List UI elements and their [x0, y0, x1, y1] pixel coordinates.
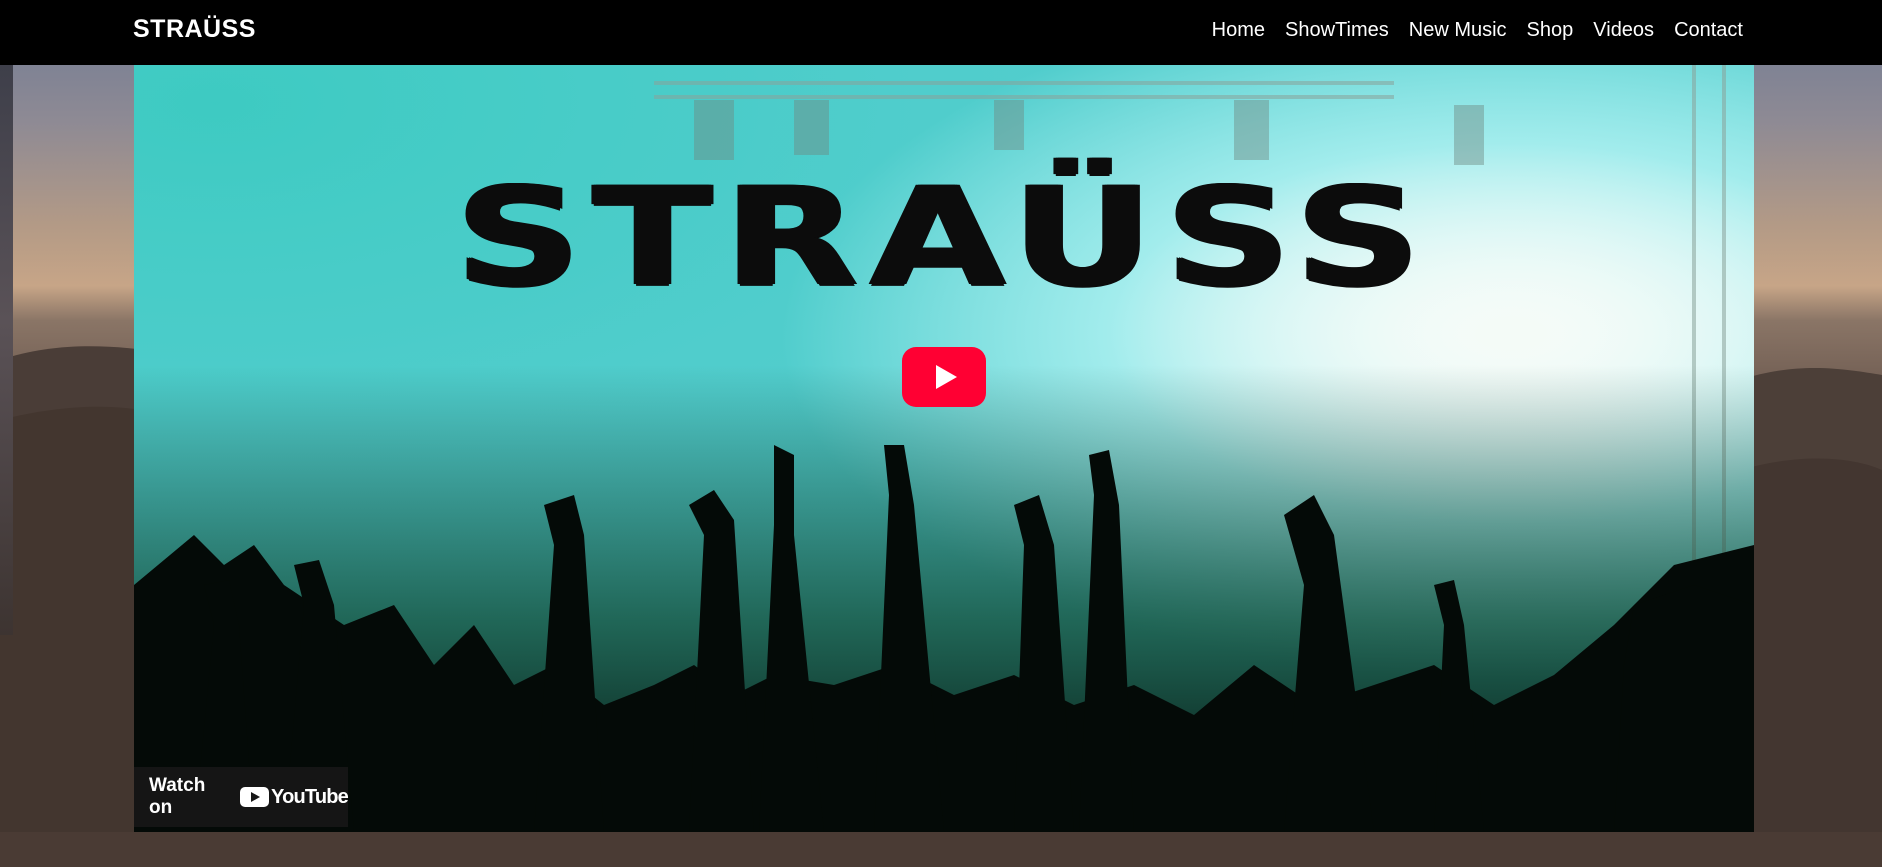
video-title-art: STRAÜSS — [455, 157, 1433, 317]
watch-on-youtube-button[interactable]: Watch on YouTube — [134, 767, 349, 827]
youtube-wordmark: YouTube — [271, 785, 349, 808]
youtube-icon — [240, 787, 270, 807]
nav-videos-link[interactable]: Videos — [1593, 19, 1654, 42]
youtube-logo: YouTube — [240, 785, 349, 809]
youtube-video-embed[interactable]: STRAÜSS Watch on YouTube — [134, 65, 1754, 832]
watch-on-label: Watch on — [149, 775, 206, 818]
nav-shop-link[interactable]: Shop — [1527, 19, 1574, 42]
nav-home-link[interactable]: Home — [1212, 19, 1265, 42]
nav-new-music-link[interactable]: New Music — [1409, 19, 1507, 42]
nav-menu: Home ShowTimes New Music Shop Videos Con… — [1212, 19, 1743, 42]
nav-showtimes-link[interactable]: ShowTimes — [1285, 19, 1389, 42]
nav-contact-link[interactable]: Contact — [1674, 19, 1743, 42]
left-image-strip — [0, 65, 13, 635]
top-navbar: STRAÜSS Home ShowTimes New Music Shop Vi… — [0, 0, 1882, 65]
play-icon — [936, 365, 957, 389]
brand-logo[interactable]: STRAÜSS — [133, 15, 256, 44]
play-button[interactable] — [902, 347, 986, 407]
